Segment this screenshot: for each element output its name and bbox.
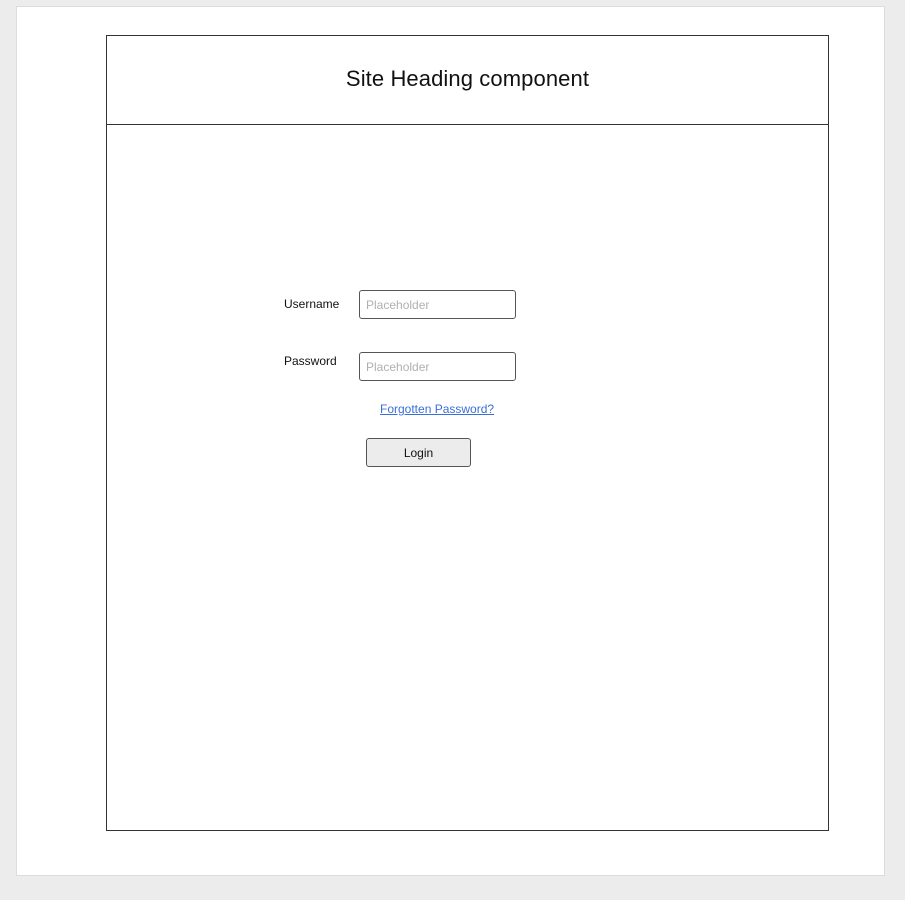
username-input[interactable] (359, 290, 516, 319)
password-label: Password (284, 354, 337, 368)
login-button[interactable]: Login (366, 438, 471, 467)
password-input[interactable] (359, 352, 516, 381)
site-heading: Site Heading component (345, 66, 590, 91)
page-frame: Site Heading component (106, 35, 829, 831)
username-label: Username (284, 297, 340, 311)
forgotten-password-link[interactable]: Forgotten Password? (380, 402, 494, 416)
site-header: Site Heading component (107, 36, 828, 125)
